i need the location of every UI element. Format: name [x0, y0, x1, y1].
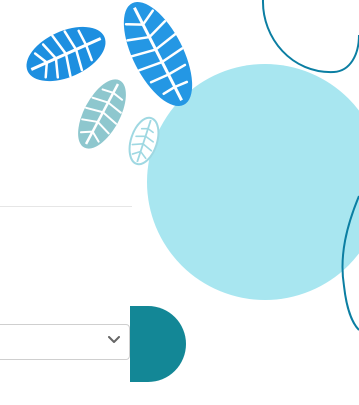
decorative-line-top: [261, 0, 359, 74]
leaf-icon: [78, 79, 126, 149]
dropdown-select[interactable]: [0, 324, 130, 360]
leaf-icon: [26, 26, 106, 82]
section-divider: [0, 206, 132, 207]
chevron-down-icon: [107, 333, 121, 347]
